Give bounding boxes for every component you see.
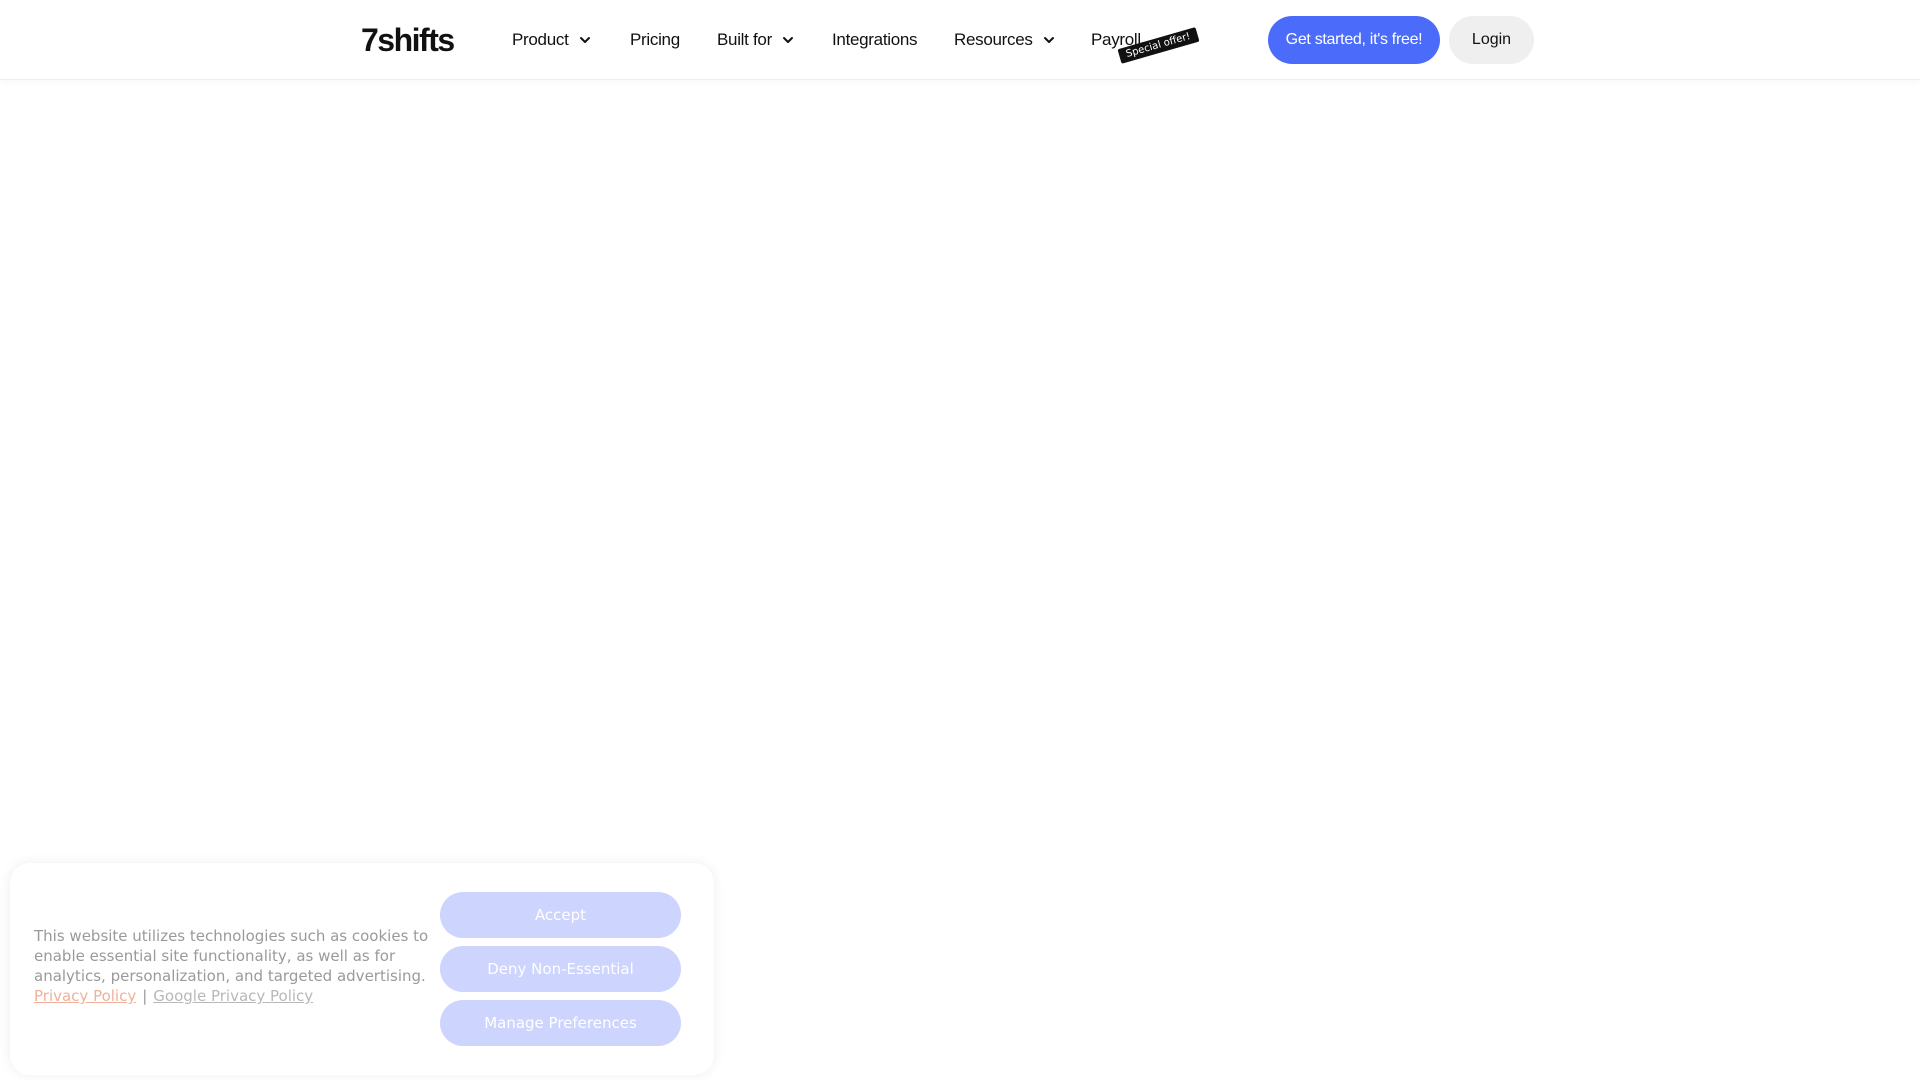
nav-pricing[interactable]: Pricing xyxy=(630,28,680,52)
nav-product[interactable]: Product xyxy=(512,28,591,52)
site-header: 7shifts Product Pricing Built for Integr… xyxy=(0,0,1920,80)
chevron-down-icon xyxy=(782,37,793,43)
cookie-banner: This website utilizes technologies such … xyxy=(10,863,714,1075)
accept-button[interactable]: Accept xyxy=(440,892,681,938)
manage-preferences-button[interactable]: Manage Preferences xyxy=(440,1000,681,1046)
cookie-message: This website utilizes technologies such … xyxy=(34,926,434,1006)
link-separator: | xyxy=(142,987,148,1005)
get-started-button[interactable]: Get started, it's free! xyxy=(1268,16,1440,64)
login-button[interactable]: Login xyxy=(1449,16,1534,64)
logo[interactable]: 7shifts xyxy=(361,22,455,58)
privacy-policy-link[interactable]: Privacy Policy xyxy=(34,987,136,1005)
chevron-down-icon xyxy=(579,37,590,43)
nav-product-label: Product xyxy=(512,30,569,49)
nav-integrations[interactable]: Integrations xyxy=(832,28,918,52)
google-privacy-policy-link[interactable]: Google Privacy Policy xyxy=(153,987,313,1005)
cookie-message-text: This website utilizes technologies such … xyxy=(34,927,429,985)
nav-built-for-label: Built for xyxy=(717,30,772,49)
nav-integrations-label: Integrations xyxy=(832,30,918,49)
chevron-down-icon xyxy=(1043,37,1054,43)
nav-resources[interactable]: Resources xyxy=(954,28,1055,52)
nav-resources-label: Resources xyxy=(954,30,1033,49)
nav-built-for[interactable]: Built for xyxy=(717,28,794,52)
deny-non-essential-button[interactable]: Deny Non-Essential xyxy=(440,946,681,992)
nav-pricing-label: Pricing xyxy=(630,30,680,49)
